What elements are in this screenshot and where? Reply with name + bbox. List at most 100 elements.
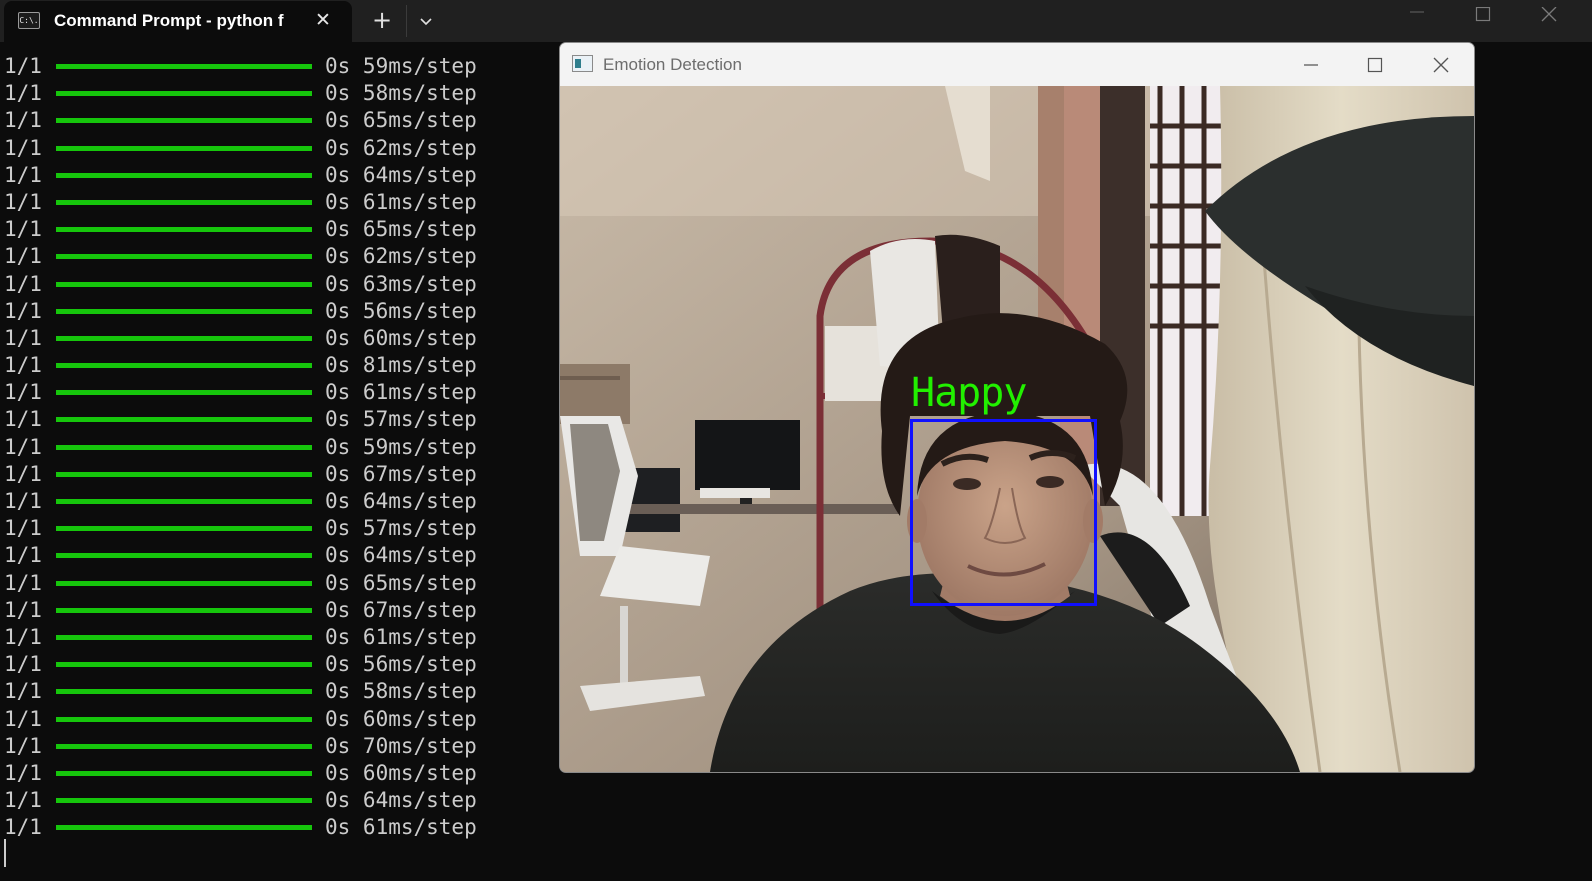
- detection-window-title: Emotion Detection: [603, 55, 742, 74]
- step-counter: 1/1: [4, 815, 42, 840]
- console-line: 1/1 0s 61ms/step: [0, 379, 540, 406]
- step-time: 0s 57ms/step: [325, 407, 477, 432]
- console-line: 1/1 0s 60ms/step: [0, 760, 540, 787]
- step-counter: 1/1: [4, 54, 42, 78]
- progress-bar-fill: [56, 417, 312, 423]
- step-time: 0s 65ms/step: [325, 570, 477, 595]
- progress-bar: [56, 199, 312, 205]
- progress-bar-fill: [56, 199, 312, 205]
- step-counter: 1/1: [4, 461, 42, 486]
- cmd-icon: C:\.: [18, 12, 40, 29]
- progress-bar-fill: [56, 499, 312, 504]
- step-counter: 1/1: [4, 434, 42, 459]
- step-counter: 1/1: [4, 760, 42, 785]
- progress-bar: [56, 145, 312, 151]
- progress-bar: [56, 607, 312, 613]
- console-line: 1/1 0s 67ms/step: [0, 597, 540, 624]
- step-time: 0s 67ms/step: [325, 597, 477, 622]
- console-line: 1/1 0s 67ms/step: [0, 461, 540, 488]
- progress-bar: [56, 308, 312, 314]
- step-counter: 1/1: [4, 108, 42, 133]
- step-counter: 1/1: [4, 788, 42, 813]
- step-counter: 1/1: [4, 217, 42, 242]
- progress-bar: [56, 118, 312, 124]
- step-counter: 1/1: [4, 380, 42, 405]
- plus-icon: +: [371, 6, 393, 34]
- close-icon: [1541, 7, 1557, 22]
- step-time: 0s 64ms/step: [325, 788, 477, 813]
- progress-bar-fill: [56, 471, 312, 477]
- terminal-minimize-button[interactable]: [1386, 0, 1448, 30]
- step-time: 0s 61ms/step: [325, 815, 477, 840]
- step-time: 0s 81ms/step: [325, 353, 477, 378]
- detection-minimize-button[interactable]: [1289, 49, 1333, 81]
- step-time: 0s 60ms/step: [325, 760, 477, 785]
- step-time: 0s 57ms/step: [325, 516, 477, 541]
- step-counter: 1/1: [4, 624, 42, 649]
- emotion-label: Happy: [911, 370, 1027, 416]
- progress-bar: [56, 363, 312, 369]
- detection-close-button[interactable]: [1419, 49, 1463, 81]
- close-icon: [1433, 57, 1449, 73]
- emotion-detection-window[interactable]: Emotion Detection Happy: [559, 42, 1475, 773]
- progress-bar: [56, 227, 312, 233]
- chevron-down-icon: [420, 18, 432, 26]
- progress-bar-fill: [56, 145, 312, 151]
- progress-bar: [56, 91, 312, 97]
- progress-bar-fill: [56, 444, 312, 450]
- tab-title: Command Prompt - python f: [54, 11, 284, 30]
- step-time: 0s 56ms/step: [325, 298, 477, 323]
- detection-window-titlebar[interactable]: Emotion Detection: [560, 43, 1474, 86]
- step-time: 0s 64ms/step: [325, 543, 477, 568]
- console-line: 1/1 0s 64ms/step: [0, 488, 540, 515]
- detection-maximize-button[interactable]: [1353, 49, 1397, 81]
- maximize-icon: [1475, 7, 1491, 22]
- progress-bar-fill: [56, 770, 312, 776]
- step-time: 0s 60ms/step: [325, 325, 477, 350]
- face-bounding-box: [910, 419, 1097, 606]
- progress-bar-fill: [56, 716, 312, 722]
- progress-bar-fill: [56, 553, 312, 559]
- step-counter: 1/1: [4, 679, 42, 704]
- progress-bar: [56, 526, 312, 532]
- new-tab-button[interactable]: +: [366, 5, 398, 37]
- progress-bar-fill: [56, 64, 312, 69]
- console-line: 1/1 0s 64ms/step: [0, 162, 540, 189]
- step-time: 0s 64ms/step: [325, 162, 477, 187]
- step-time: 0s 65ms/step: [325, 108, 477, 133]
- console-line: 1/1 0s 81ms/step: [0, 352, 540, 379]
- step-time: 0s 56ms/step: [325, 652, 477, 677]
- console-line: 1/1 0s 64ms/step: [0, 787, 540, 814]
- console-line: 1/1 0s 64ms/step: [0, 542, 540, 569]
- step-time: 0s 60ms/step: [325, 706, 477, 731]
- step-time: 0s 59ms/step: [325, 434, 477, 459]
- step-time: 0s 67ms/step: [325, 461, 477, 486]
- step-time: 0s 65ms/step: [325, 217, 477, 242]
- terminal-output[interactable]: 1/1 0s 59ms/step 1/1 0s 58ms/step 1/1 0s 65ms…: [0, 53, 540, 841]
- step-time: 0s 62ms/step: [325, 135, 477, 160]
- progress-bar-fill: [56, 308, 312, 314]
- console-line: 1/1 0s 65ms/step: [0, 107, 540, 134]
- progress-bar-fill: [56, 335, 312, 341]
- progress-bar: [56, 689, 312, 695]
- step-time: 0s 58ms/step: [325, 679, 477, 704]
- progress-bar: [56, 64, 312, 69]
- progress-bar-fill: [56, 825, 312, 831]
- progress-bar: [56, 770, 312, 776]
- close-tab-button[interactable]: ✕: [310, 7, 336, 33]
- step-counter: 1/1: [4, 570, 42, 595]
- progress-bar: [56, 471, 312, 477]
- step-counter: 1/1: [4, 489, 42, 513]
- progress-bar: [56, 172, 312, 178]
- terminal-maximize-button[interactable]: [1452, 0, 1514, 30]
- step-time: 0s 62ms/step: [325, 244, 477, 269]
- tab-command-prompt[interactable]: C:\. Command Prompt - python f ✕: [4, 1, 352, 42]
- progress-bar: [56, 743, 312, 749]
- terminal-close-button[interactable]: [1518, 0, 1580, 30]
- step-time: 0s 63ms/step: [325, 271, 477, 296]
- progress-bar: [56, 662, 312, 668]
- tab-dropdown-button[interactable]: [412, 5, 440, 37]
- console-line: 1/1 0s 56ms/step: [0, 298, 540, 325]
- progress-bar-fill: [56, 91, 312, 97]
- progress-bar-fill: [56, 798, 312, 804]
